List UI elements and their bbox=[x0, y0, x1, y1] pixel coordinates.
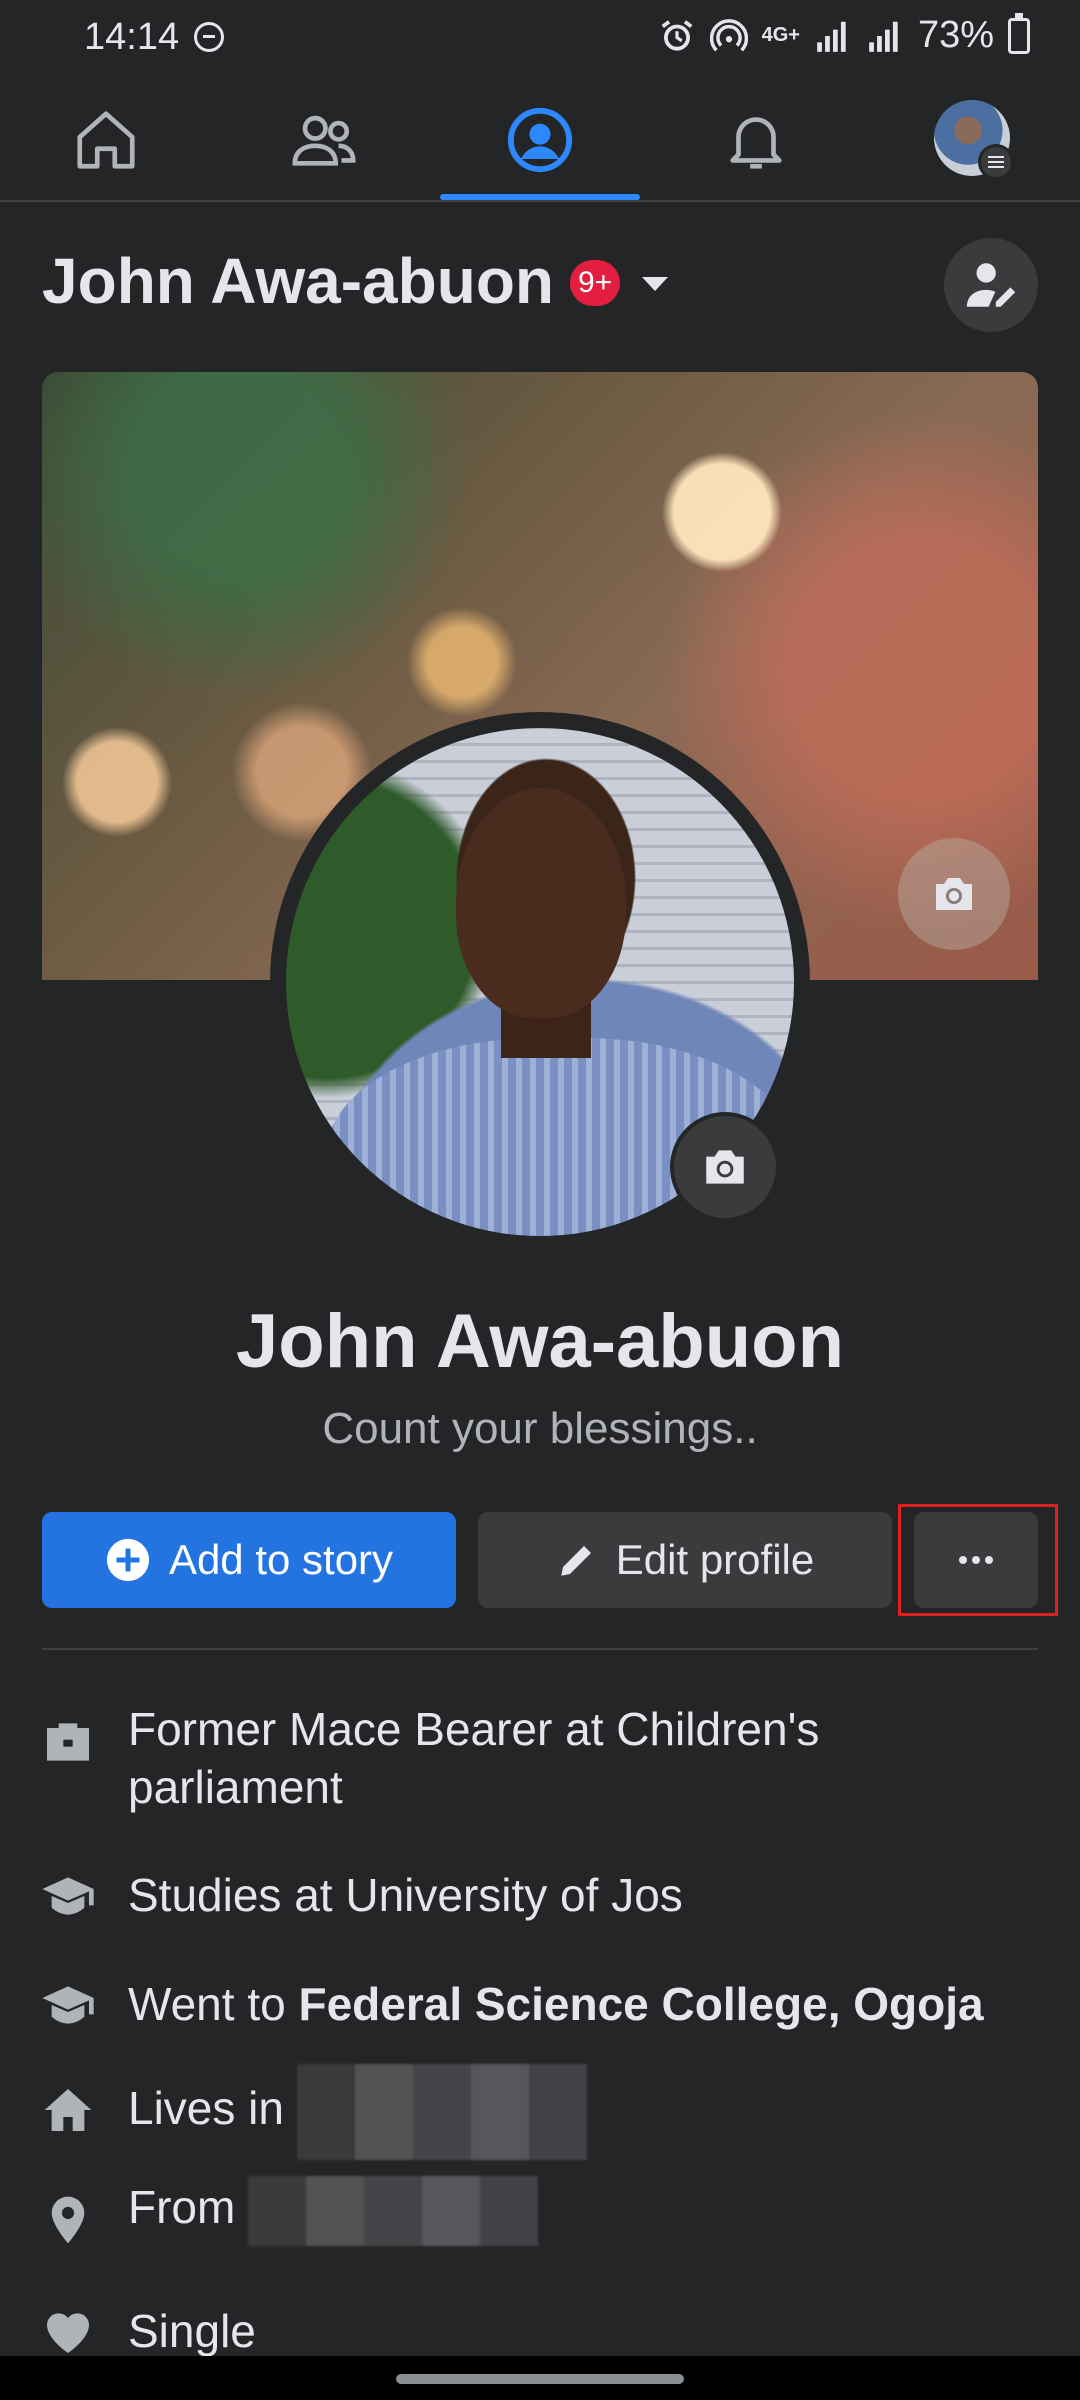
home-icon bbox=[77, 111, 135, 169]
nav-notifications[interactable] bbox=[656, 78, 856, 202]
camera-icon bbox=[936, 878, 972, 910]
status-time: 14:14 bbox=[84, 16, 180, 58]
do-not-disturb-icon bbox=[194, 22, 224, 52]
edit-profile-label: Edit profile bbox=[615, 1536, 815, 1583]
header-profile-name[interactable]: John Awa-abuon bbox=[42, 244, 554, 318]
highlight-box bbox=[898, 1504, 1058, 1616]
lives-in-prefix: Lives in bbox=[128, 2082, 297, 2135]
briefcase-icon bbox=[47, 1723, 89, 1761]
status-icons: 4G+ 73% bbox=[658, 12, 1030, 57]
notification-badge: 9+ bbox=[570, 260, 621, 306]
menu-icon[interactable] bbox=[978, 144, 1014, 180]
house-icon bbox=[44, 2089, 92, 2131]
user-edit-icon bbox=[966, 263, 1016, 307]
add-to-story-label: Add to story bbox=[168, 1536, 394, 1583]
nav-friends[interactable] bbox=[224, 78, 424, 202]
alarm-icon bbox=[661, 19, 692, 51]
status-bar: 14:14 4G+ 73% bbox=[0, 0, 1080, 78]
chevron-down-icon[interactable] bbox=[642, 277, 668, 291]
pencil-icon bbox=[561, 1546, 591, 1576]
profile-icon bbox=[507, 107, 573, 173]
plus-circle-icon bbox=[106, 1538, 150, 1582]
detail-from-text: From bbox=[128, 2176, 1040, 2246]
detail-work-text: Former Mace Bearer at Children's parliam… bbox=[128, 1703, 820, 1813]
nav-profile[interactable] bbox=[440, 78, 640, 202]
bell-icon bbox=[730, 117, 782, 169]
edit-cover-button[interactable] bbox=[898, 838, 1010, 950]
detail-went-to-text: Went to Federal Science College, Ogoja bbox=[128, 1975, 1040, 2033]
went-to-prefix: Went to bbox=[128, 1978, 299, 2030]
school-link[interactable]: Federal Science College, Ogoja bbox=[298, 1978, 983, 2030]
edit-profile-photo-button[interactable] bbox=[670, 1112, 780, 1222]
nav-home[interactable] bbox=[6, 78, 206, 202]
location-pin-icon bbox=[51, 2196, 85, 2244]
edit-profile-button[interactable]: Edit profile bbox=[478, 1512, 892, 1608]
add-to-story-button[interactable]: Add to story bbox=[42, 1512, 456, 1608]
profile-bio: Count your blessings.. bbox=[322, 1404, 758, 1453]
heart-icon bbox=[47, 2313, 89, 2353]
home-indicator[interactable] bbox=[396, 2374, 684, 2384]
detail-lives-in-text: Lives in bbox=[128, 2064, 1040, 2160]
battery-icon bbox=[1008, 12, 1030, 54]
battery-percent: 73% bbox=[917, 14, 994, 56]
hotspot-icon bbox=[709, 18, 748, 51]
detail-relationship-text: Single bbox=[128, 2305, 256, 2357]
profile-name: John Awa-abuon bbox=[236, 1299, 844, 1384]
graduation-cap-icon bbox=[42, 1986, 94, 2024]
top-navigation bbox=[0, 78, 1080, 202]
detail-studies-text: Studies at University of Jos bbox=[128, 1869, 683, 1921]
camera-icon bbox=[706, 1150, 744, 1184]
from-prefix: From bbox=[128, 2181, 249, 2234]
graduation-cap-icon bbox=[42, 1877, 94, 1915]
redacted-hometown bbox=[248, 2176, 539, 2246]
switch-profile-button[interactable] bbox=[944, 238, 1038, 332]
active-tab-indicator bbox=[440, 194, 640, 200]
friends-icon bbox=[292, 115, 356, 166]
network-type: 4G+ bbox=[761, 24, 800, 46]
signal-icon-2 bbox=[869, 21, 898, 52]
redacted-location bbox=[296, 2064, 587, 2160]
signal-icon bbox=[817, 21, 846, 52]
divider bbox=[42, 1648, 1038, 1650]
